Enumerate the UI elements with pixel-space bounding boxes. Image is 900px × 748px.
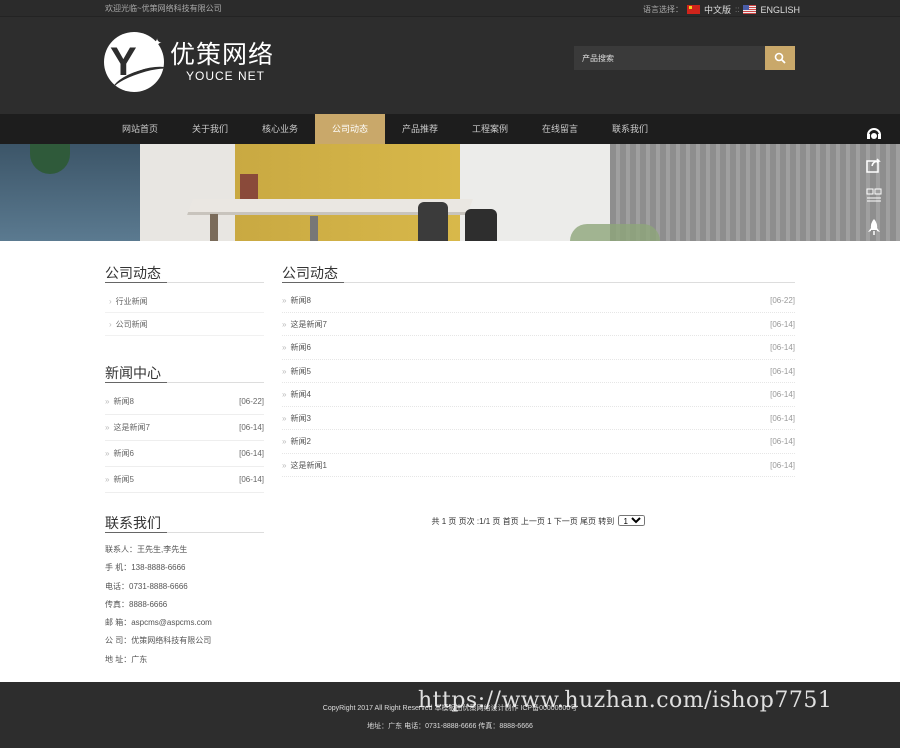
- nav-item-contact[interactable]: 联系我们: [595, 114, 665, 144]
- contact-title: 联系我们: [105, 491, 264, 533]
- search-box: [574, 46, 795, 70]
- list-item[interactable]: » 新闻5 [06-14]: [105, 467, 264, 493]
- nav-item-cases[interactable]: 工程案例: [455, 114, 525, 144]
- news-row[interactable]: » 新闻8 [06-22]: [282, 289, 795, 313]
- contact-info: 联系人：王先生,李先生 手 机：138-8888-6666 电话：0731-88…: [105, 541, 264, 669]
- lang-separator: ::: [735, 5, 740, 14]
- star-icon: ✦: [152, 36, 163, 50]
- nav-item-home[interactable]: 网站首页: [105, 114, 175, 144]
- lang-chinese-link[interactable]: 中文版: [704, 3, 731, 16]
- news-row[interactable]: » 这是新闻7 [06-14]: [282, 313, 795, 336]
- top-bar: 欢迎光临~优策网络科技有限公司 语言选择： 中文版 :: ENGLISH: [0, 0, 900, 17]
- logo[interactable]: Y ✦ 优策网络 YOUCE NET: [104, 32, 274, 92]
- headset-icon: [867, 127, 881, 139]
- news-row[interactable]: » 新闻4 [06-14]: [282, 383, 795, 407]
- search-input[interactable]: [574, 46, 765, 70]
- welcome-text: 欢迎光临~优策网络科技有限公司: [105, 4, 222, 13]
- language-label: 语言选择：: [643, 5, 683, 14]
- lang-english-link[interactable]: ENGLISH: [760, 5, 800, 15]
- header: Y ✦ 优策网络 YOUCE NET: [0, 17, 900, 114]
- floating-toolbar: [858, 118, 890, 243]
- category-title: 公司动态: [105, 241, 264, 283]
- search-icon: [774, 52, 786, 64]
- nav-item-products[interactable]: 产品推荐: [385, 114, 455, 144]
- news-list: » 新闻8 [06-22] » 这是新闻7 [06-14] » 新闻6 [06-14] » 新…: [282, 289, 795, 477]
- list-item[interactable]: » 新闻8 [06-22]: [105, 389, 264, 415]
- footer-address: 地址：广东 电话：0731-8888-6666 传真：8888-6666: [367, 723, 533, 730]
- news-row[interactable]: » 新闻2 [06-14]: [282, 430, 795, 454]
- category-list: › 行业新闻 › 公司新闻: [105, 290, 264, 336]
- qrcode-button[interactable]: [858, 180, 890, 211]
- rocket-icon: [868, 218, 880, 235]
- category-item[interactable]: › 公司新闻: [105, 313, 264, 336]
- contact-fax: 传真：8888-6666: [105, 599, 168, 609]
- nav-item-about[interactable]: 关于我们: [175, 114, 245, 144]
- logo-text-cn: 优策网络: [170, 41, 275, 69]
- list-item[interactable]: » 这是新闻7 [06-14]: [105, 415, 264, 441]
- pagination: 共 1 页 页次 :1/1 页 首页 上一页 1 下一页 尾页 转到 1: [282, 515, 795, 527]
- search-button[interactable]: [765, 46, 795, 70]
- china-flag-icon[interactable]: [687, 5, 700, 14]
- contact-person: 联系人：王先生,李先生: [105, 545, 188, 554]
- contact-mobile: 手 机：138-8888-6666: [105, 563, 186, 573]
- news-row[interactable]: » 新闻3 [06-14]: [282, 407, 795, 430]
- watermark-text: https://www.huzhan.com/ishop7751: [418, 688, 833, 713]
- share-icon: [866, 157, 881, 173]
- language-switcher: 语言选择： 中文版 :: ENGLISH: [643, 3, 800, 16]
- page-jump-select[interactable]: 1: [618, 515, 646, 526]
- pager-text[interactable]: 共 1 页 页次 :1/1 页 首页 上一页 1 下一页 尾页 转到: [432, 517, 615, 526]
- nav-item-news[interactable]: 公司动态: [315, 114, 385, 144]
- left-sidebar: 公司动态 › 行业新闻 › 公司新闻 新闻中心 » 新闻8 [06-22] » 这是新闻7…: [105, 241, 264, 669]
- page-title: 公司动态: [282, 241, 795, 283]
- contact-email: 邮 箱：aspcms@aspcms.com: [105, 618, 212, 628]
- news-panel: 公司动态 » 新闻8 [06-22] » 这是新闻7 [06-14] » 新闻6 [06-1…: [282, 241, 795, 477]
- news-row[interactable]: » 新闻6 [06-14]: [282, 336, 795, 360]
- nav-item-business[interactable]: 核心业务: [245, 114, 315, 144]
- logo-text-en: YOUCE NET: [186, 69, 266, 83]
- list-item[interactable]: » 新闻6 [06-14]: [105, 441, 264, 467]
- nav-item-message[interactable]: 在线留言: [525, 114, 595, 144]
- main-nav: 网站首页 关于我们 核心业务 公司动态 产品推荐 工程案例 在线留言 联系我们: [0, 114, 900, 144]
- us-flag-icon[interactable]: [743, 5, 757, 14]
- customer-service-button[interactable]: [858, 118, 890, 149]
- contact-company: 公 司：优策网络科技有限公司: [105, 636, 212, 646]
- news-row[interactable]: » 这是新闻1 [06-14]: [282, 454, 795, 477]
- news-row[interactable]: » 新闻5 [06-14]: [282, 360, 795, 383]
- contact-address: 地 址：广东: [105, 654, 148, 664]
- banner-image: [0, 144, 900, 241]
- news-center-title: 新闻中心: [105, 341, 264, 383]
- contact-phone: 电话：0731-8888-6666: [105, 581, 188, 591]
- back-to-top-button[interactable]: [858, 211, 890, 242]
- share-button[interactable]: [858, 149, 890, 180]
- category-item[interactable]: › 行业新闻: [105, 290, 264, 313]
- qrcode-icon: [866, 188, 882, 201]
- news-center-list: » 新闻8 [06-22] » 这是新闻7 [06-14] » 新闻6 [06-14] » 新…: [105, 389, 264, 493]
